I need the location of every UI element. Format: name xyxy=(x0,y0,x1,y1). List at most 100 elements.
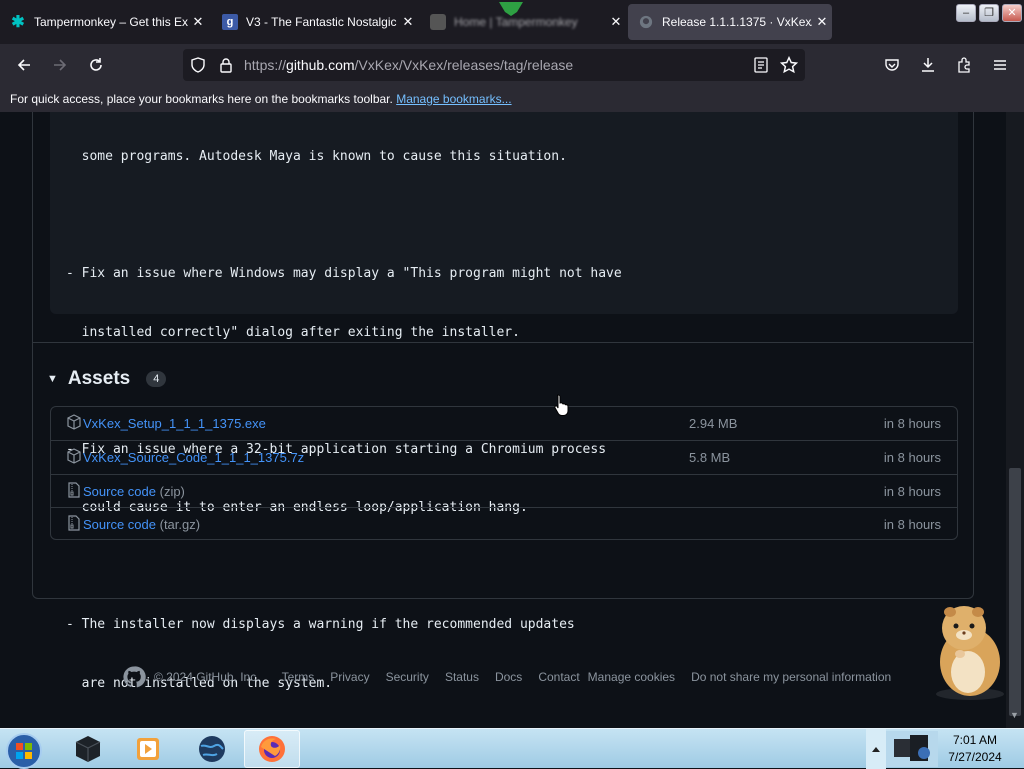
tab-release[interactable]: Release 1.1.1.1375 · VxKex/Vx ✕ xyxy=(628,4,832,40)
file-zip-icon xyxy=(66,515,82,531)
taskbar-app-media[interactable] xyxy=(120,730,176,768)
reload-icon[interactable] xyxy=(84,53,108,77)
taskbar-app-firefox[interactable] xyxy=(244,730,300,768)
asset-row: Source code (tar.gz) in 8 hours xyxy=(51,507,957,540)
footer-link-docs[interactable]: Docs xyxy=(495,670,522,684)
media-player-icon xyxy=(137,738,159,760)
hamster-mascot-image[interactable] xyxy=(920,602,1006,702)
github-logo-icon[interactable] xyxy=(122,665,146,689)
bookmark-star-icon[interactable] xyxy=(780,56,798,74)
manage-bookmarks-link[interactable]: Manage bookmarks... xyxy=(396,92,511,106)
downloads-icon[interactable] xyxy=(916,53,940,77)
start-orb-icon[interactable] xyxy=(4,731,44,769)
shield-icon[interactable] xyxy=(190,57,206,73)
note-line: - The installer now displays a warning i… xyxy=(66,617,575,632)
page-footer: © 2024 GitHub, Inc. Terms Privacy Securi… xyxy=(122,666,891,688)
scrollbar-thumb[interactable] xyxy=(1009,468,1021,716)
assets-list: VxKex_Setup_1_1_1_1375.exe 2.94 MB in 8 … xyxy=(50,406,958,540)
tab-title: V3 - The Fantastic Nostalgic xyxy=(246,15,397,29)
tray-app-icon[interactable] xyxy=(886,731,938,767)
asset-link[interactable]: Source code (zip) xyxy=(83,484,185,499)
asset-link[interactable]: VxKex_Source_Code_1_1_1_1375.7z xyxy=(83,450,304,465)
release-notes-block: some programs. Autodesk Maya is known to… xyxy=(50,112,958,691)
note-line xyxy=(66,557,622,577)
note-line: - Fix an issue where Windows may display… xyxy=(66,266,622,281)
note-line xyxy=(66,206,622,226)
pocket-icon[interactable] xyxy=(880,53,904,77)
forward-icon[interactable] xyxy=(48,53,72,77)
lock-icon[interactable] xyxy=(218,57,234,73)
footer-link-status[interactable]: Status xyxy=(445,670,479,684)
note-line: some programs. Autodesk Maya is known to… xyxy=(66,149,567,164)
close-tab-icon[interactable]: ✕ xyxy=(812,14,832,30)
footer-link-contact[interactable]: Contact xyxy=(538,670,579,684)
github-icon xyxy=(638,14,654,30)
asset-link[interactable]: Source code (tar.gz) xyxy=(83,517,200,532)
page-content[interactable]: some programs. Autodesk Maya is known to… xyxy=(0,112,1006,728)
minimize-button[interactable]: – xyxy=(956,4,976,22)
file-zip-icon xyxy=(66,482,82,498)
clock-time: 7:01 AM xyxy=(952,733,998,747)
asset-time: in 8 hours xyxy=(883,416,941,431)
footer-link-do-not-share[interactable]: Do not share my personal information xyxy=(691,670,891,684)
show-hidden-icons-icon[interactable] xyxy=(866,729,886,769)
footer-link-manage-cookies[interactable]: Manage cookies xyxy=(588,670,675,684)
close-tab-icon[interactable]: ✕ xyxy=(188,14,208,30)
page-scrollbar[interactable]: ▼ xyxy=(1006,112,1024,728)
back-icon[interactable] xyxy=(12,53,36,77)
copyright-text: © 2024 GitHub, Inc. xyxy=(154,670,260,684)
menu-icon[interactable] xyxy=(988,53,1012,77)
note-line: installed correctly" dialog after exitin… xyxy=(66,324,520,340)
asset-time: in 8 hours xyxy=(883,450,941,465)
taskbar-app-globe[interactable] xyxy=(184,730,240,768)
navigation-bar: https://github.com/VxKex/VxKex/releases/… xyxy=(0,44,1024,86)
maximize-button[interactable]: ❐ xyxy=(979,4,999,22)
asset-time: in 8 hours xyxy=(883,517,941,532)
asset-size: 2.94 MB xyxy=(689,416,738,431)
tampermonkey-icon: ✱ xyxy=(11,14,25,31)
reader-view-icon[interactable] xyxy=(753,57,769,73)
url-text[interactable]: https://github.com/VxKex/VxKex/releases/… xyxy=(244,57,573,73)
asset-row: VxKex_Source_Code_1_1_1_1375.7z 5.8 MB i… xyxy=(51,440,957,473)
footer-link-security[interactable]: Security xyxy=(386,670,429,684)
box-app-icon xyxy=(75,736,101,762)
bookmarks-hint: For quick access, place your bookmarks h… xyxy=(10,92,393,106)
divider xyxy=(33,342,973,343)
taskbar-app-3d-box[interactable] xyxy=(60,730,116,768)
globe-browser-icon xyxy=(199,736,225,762)
v3-icon: g xyxy=(222,14,238,30)
bookmarks-toolbar: For quick access, place your bookmarks h… xyxy=(0,86,1024,112)
assets-toggle[interactable]: ▼ Assets 4 xyxy=(47,361,167,397)
footer-link-terms[interactable]: Terms xyxy=(282,670,315,684)
close-tab-icon[interactable]: ✕ xyxy=(606,14,626,30)
tab-v3[interactable]: g V3 - The Fantastic Nostalgic ✕ xyxy=(212,4,418,40)
asset-link[interactable]: VxKex_Setup_1_1_1_1375.exe xyxy=(83,416,266,431)
package-icon xyxy=(66,414,82,430)
url-bar[interactable]: https://github.com/VxKex/VxKex/releases/… xyxy=(183,49,805,81)
scroll-down-icon[interactable]: ▼ xyxy=(1010,710,1020,720)
close-window-button[interactable]: ✕ xyxy=(1002,4,1022,22)
windows-taskbar: 7:01 AM 7/27/2024 xyxy=(0,728,1024,769)
extensions-icon[interactable] xyxy=(952,53,976,77)
asset-time: in 8 hours xyxy=(883,484,941,499)
tab-tampermonkey[interactable]: ✱ Tampermonkey – Get this Ex ✕ xyxy=(0,4,208,40)
tab-title: Tampermonkey – Get this Ex xyxy=(34,15,188,29)
tab-title: Home | Tampermonkey xyxy=(454,15,578,29)
assets-title: Assets xyxy=(67,368,131,389)
package-icon xyxy=(66,448,82,464)
system-clock[interactable]: 7:01 AM 7/27/2024 xyxy=(940,732,1010,766)
tampermonkey-icon xyxy=(430,14,446,30)
asset-row: Source code (zip) in 8 hours xyxy=(51,474,957,507)
close-tab-icon[interactable]: ✕ xyxy=(398,14,418,30)
caret-down-icon[interactable]: ▼ xyxy=(47,373,58,385)
tab-title: Release 1.1.1.1375 · VxKex/Vx xyxy=(662,15,812,29)
firefox-icon xyxy=(259,736,285,762)
tab-bar: ✱ Tampermonkey – Get this Ex ✕ g V3 - Th… xyxy=(0,0,1024,44)
asset-size: 5.8 MB xyxy=(689,450,731,465)
release-card: some programs. Autodesk Maya is known to… xyxy=(32,112,974,691)
assets-count-badge: 4 xyxy=(146,371,167,387)
clock-date: 7/27/2024 xyxy=(948,750,1002,764)
indicator-icon xyxy=(499,2,523,16)
footer-link-privacy[interactable]: Privacy xyxy=(330,670,369,684)
asset-row: VxKex_Setup_1_1_1_1375.exe 2.94 MB in 8 … xyxy=(51,407,957,440)
